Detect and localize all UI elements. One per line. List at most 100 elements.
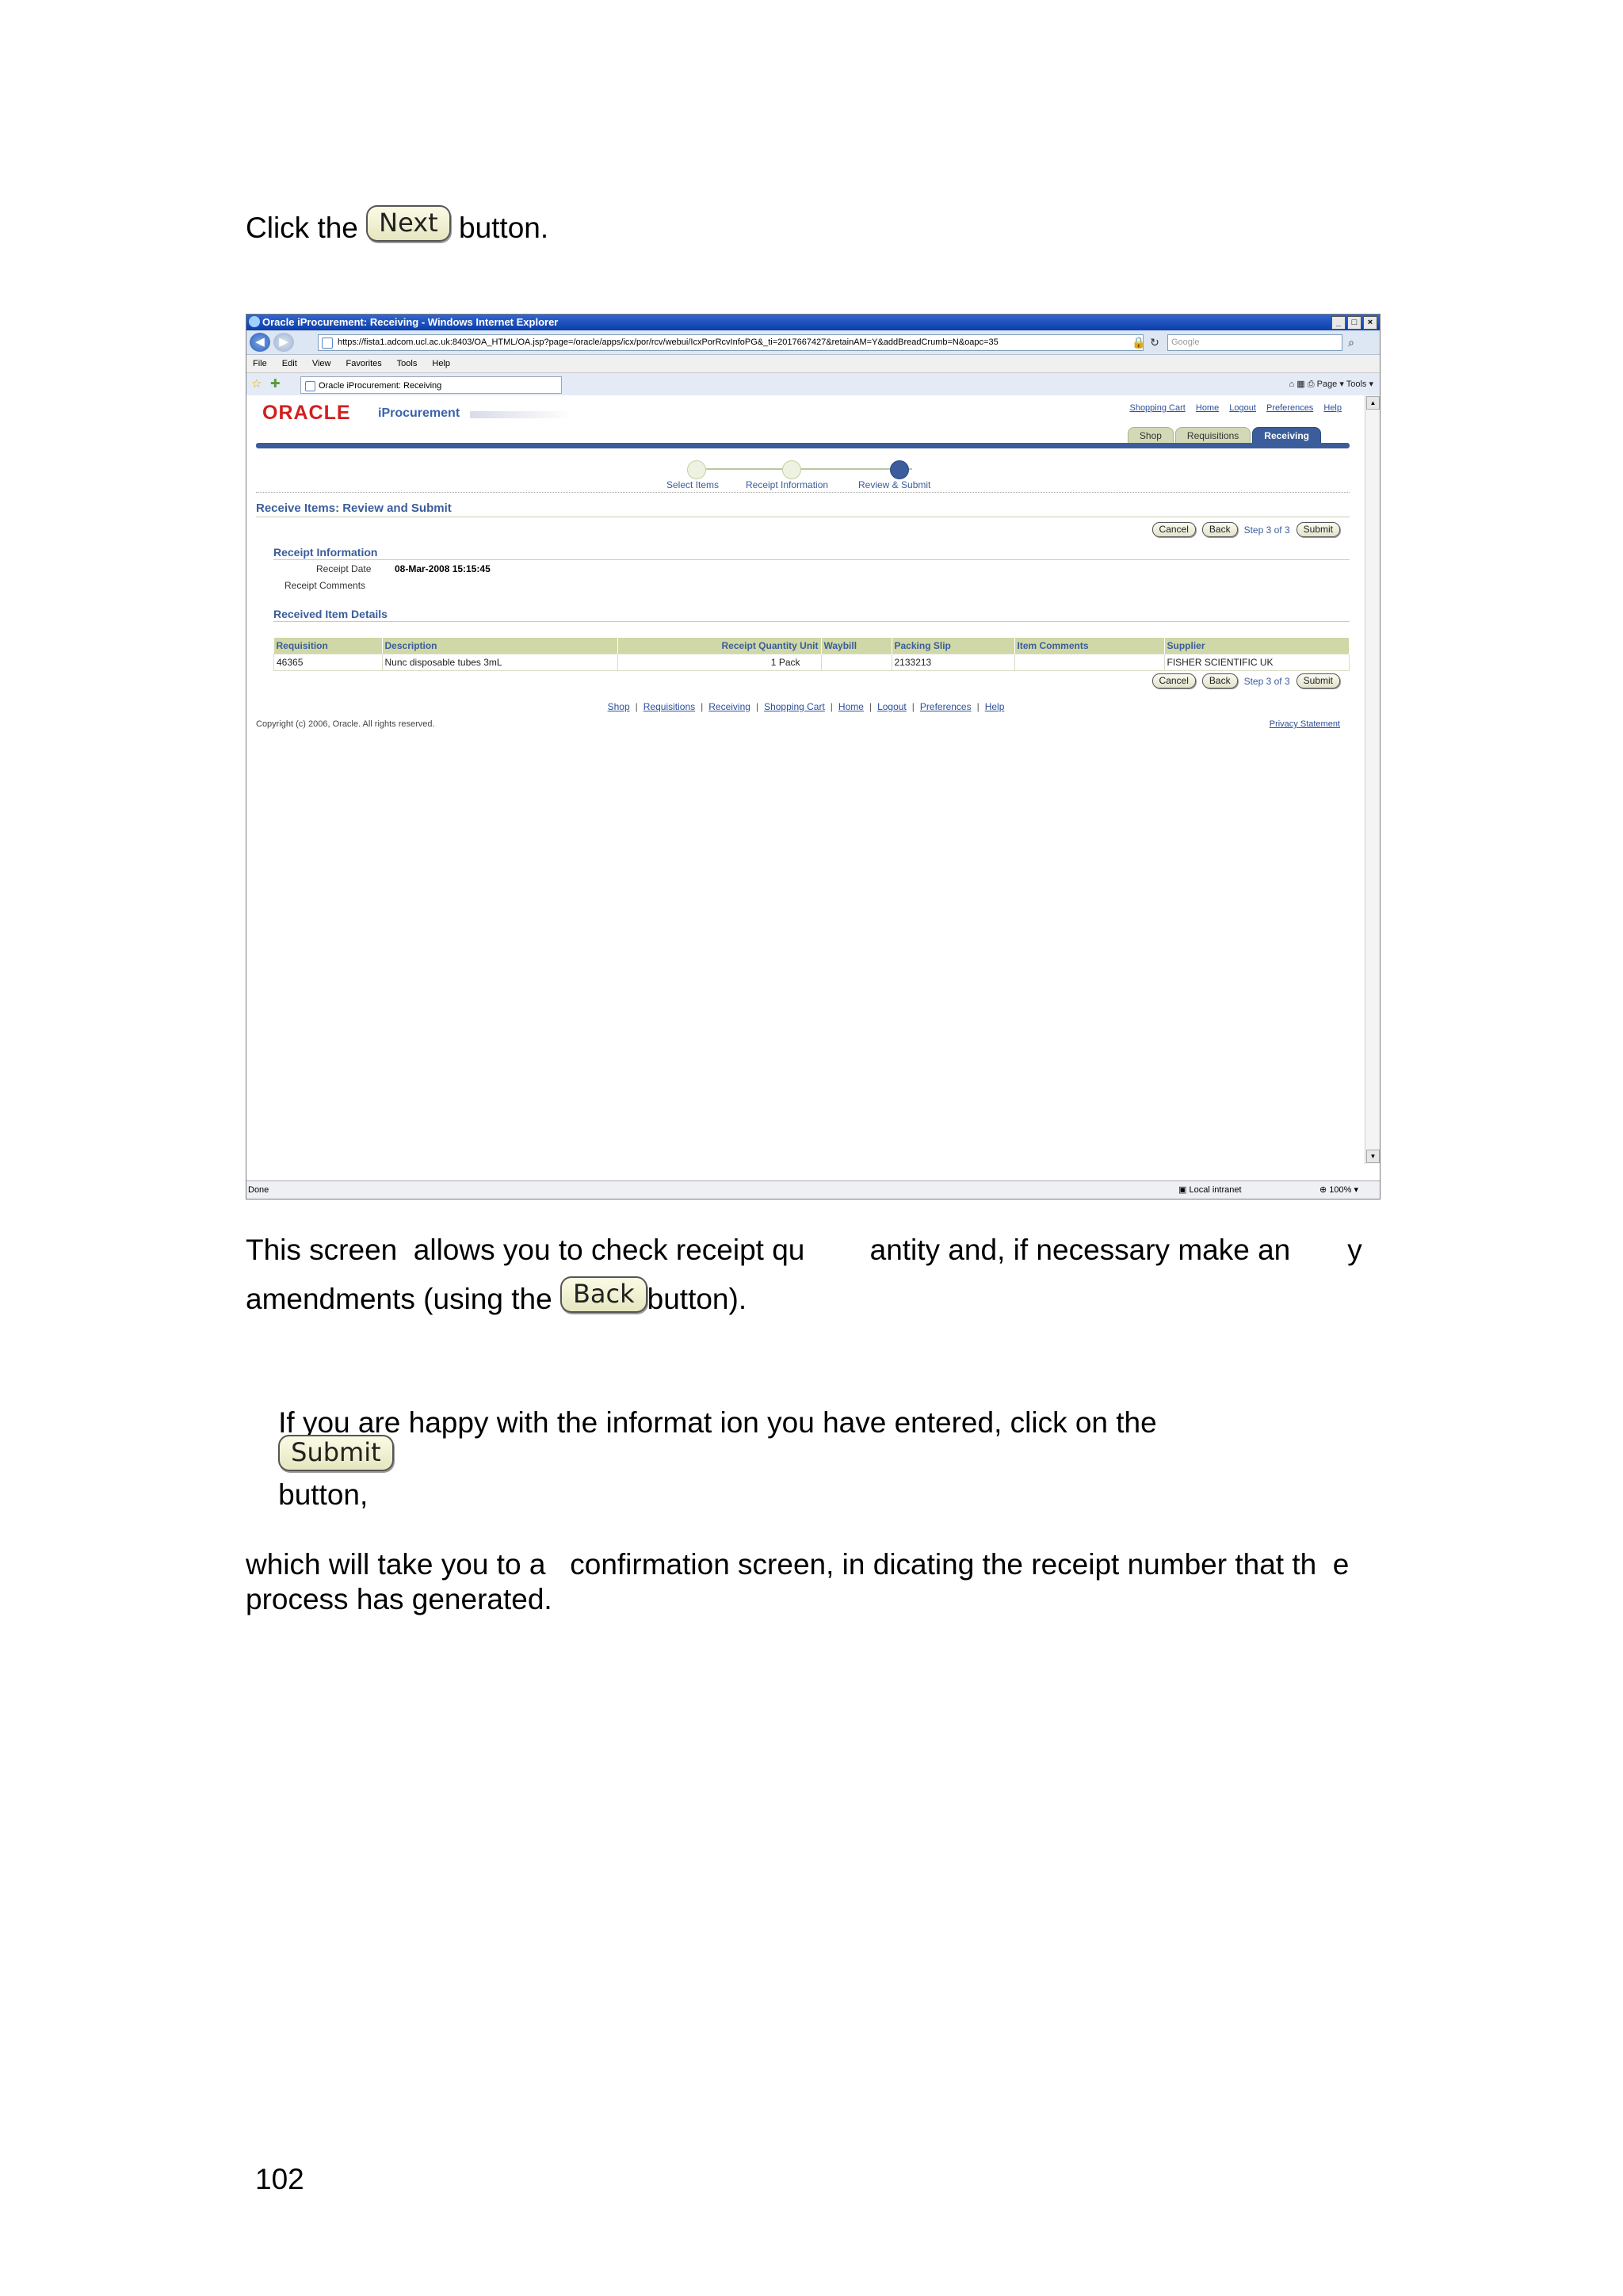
zone-label: Local intranet (1189, 1185, 1242, 1195)
received-items-table: Requisition Description Receipt Quantity… (273, 638, 1350, 671)
link-home[interactable]: Home (1196, 403, 1219, 413)
zoom-label: 100% (1329, 1185, 1352, 1195)
col-receipt-quantity-unit: Receipt Quantity Unit (617, 638, 822, 654)
cell-waybill (820, 654, 892, 671)
cell-item-comments (1014, 654, 1165, 671)
menu-file[interactable]: File (253, 359, 267, 368)
vertical-scrollbar[interactable]: ▲ ▼ (1365, 395, 1380, 1164)
train-divider (256, 492, 1350, 493)
submit-button[interactable]: Submit (1296, 522, 1340, 537)
menu-help[interactable]: Help (432, 359, 450, 368)
paragraph-2-line-1: If you are happy with the informat ion y… (246, 1371, 1379, 1547)
search-icon[interactable]: ⌕ (1343, 335, 1359, 349)
footer-link-receiving[interactable]: Receiving (708, 701, 750, 712)
stop-icon[interactable] (1148, 335, 1164, 349)
items-heading: Received Item Details (273, 608, 388, 620)
receipt-date-label: Receipt Date (316, 563, 372, 574)
copyright: Copyright (c) 2006, Oracle. All rights r… (256, 719, 435, 729)
col-requisition: Requisition (273, 638, 383, 654)
header-rule (256, 443, 1350, 448)
maximize-icon[interactable]: □ (1347, 316, 1361, 330)
back-button[interactable]: Back (1201, 522, 1238, 537)
footer-link-preferences[interactable]: Preferences (920, 701, 972, 712)
paragraph-2: If you are happy with the informat ion y… (246, 1371, 1379, 1617)
zone-indicator: ▣ Local intranet (1178, 1181, 1242, 1199)
print-icon[interactable]: ⎙ (1308, 379, 1315, 389)
privacy-statement-link[interactable]: Privacy Statement (1270, 719, 1340, 729)
menu-tools[interactable]: Tools (397, 359, 418, 368)
menu-favorites[interactable]: Favorites (346, 359, 382, 368)
back-button[interactable]: Back (1201, 673, 1238, 688)
col-waybill: Waybill (821, 638, 892, 654)
browser-title: Oracle iProcurement: Receiving - Windows… (262, 316, 559, 328)
address-bar[interactable]: https://fista1.adcom.ucl.ac.uk:8403/OA_H… (318, 334, 1144, 351)
scroll-down-icon[interactable]: ▼ (1366, 1150, 1380, 1163)
items-rule (273, 621, 1350, 622)
cancel-button[interactable]: Cancel (1151, 522, 1196, 537)
cell-requisition: 46365 (273, 654, 383, 671)
menu-edit[interactable]: Edit (282, 359, 297, 368)
page-icon (305, 381, 315, 391)
browser-tab[interactable]: Oracle iProcurement: Receiving (300, 376, 562, 394)
footer-link-home[interactable]: Home (838, 701, 864, 712)
cell-quantity-unit: 1 Pack (617, 654, 822, 671)
link-logout[interactable]: Logout (1229, 403, 1256, 413)
status-bar: Done ▣ Local intranet ⊕ 100% ▾ (246, 1180, 1380, 1199)
footer-links: Shop | Requisitions | Receiving | Shopping Car… (607, 701, 1005, 712)
para1-prefix: amendments (using the (246, 1283, 552, 1315)
product-bar (470, 411, 573, 418)
lock-icon[interactable]: 🔒 (1131, 335, 1147, 349)
back-arrow-icon[interactable]: ◀ (250, 333, 270, 352)
para1-suffix: button). (647, 1283, 747, 1315)
ie-icon (249, 316, 260, 327)
link-shopping-cart[interactable]: Shopping Cart (1129, 403, 1185, 413)
minimize-icon[interactable]: _ (1331, 316, 1346, 330)
footer-link-logout[interactable]: Logout (877, 701, 907, 712)
browser-title-bar: Oracle iProcurement: Receiving - Windows… (246, 315, 1380, 330)
footer-link-shopping-cart[interactable]: Shopping Cart (764, 701, 825, 712)
step-indicator: Step 3 of 3 (1243, 675, 1290, 687)
step-indicator: Step 3 of 3 (1243, 524, 1290, 536)
search-input[interactable]: Google (1167, 334, 1342, 351)
receipt-info-rule (273, 559, 1350, 560)
tab-receiving[interactable]: Receiving (1252, 427, 1321, 444)
menu-view[interactable]: View (312, 359, 331, 368)
footer-link-shop[interactable]: Shop (608, 701, 630, 712)
footer-link-help[interactable]: Help (985, 701, 1005, 712)
window-controls: _ □ × (1331, 316, 1377, 330)
browser-screenshot: Oracle iProcurement: Receiving - Windows… (246, 314, 1381, 1199)
forward-arrow-icon[interactable]: ▶ (273, 333, 294, 352)
col-description: Description (382, 638, 618, 654)
train-step-2-icon (782, 460, 801, 479)
instruction-suffix: button. (459, 212, 549, 244)
tab-shop[interactable]: Shop (1127, 427, 1174, 444)
col-item-comments: Item Comments (1014, 638, 1165, 654)
scroll-up-icon[interactable]: ▲ (1366, 396, 1380, 410)
footer-link-requisitions[interactable]: Requisitions (643, 701, 695, 712)
command-labels[interactable]: Page ▾ Tools ▾ (1317, 379, 1373, 389)
global-links: Shopping Cart Home Logout Preferences He… (1121, 403, 1342, 413)
command-bar[interactable]: ⌂ ▦ ⎙ Page ▾ Tools ▾ (1289, 377, 1373, 391)
col-packing-slip: Packing Slip (892, 638, 1015, 654)
oracle-page: ORACLE iProcurement Shopping Cart Home L… (246, 395, 1365, 1164)
link-preferences[interactable]: Preferences (1266, 403, 1313, 413)
favorites-star-icon[interactable]: ☆ (251, 376, 262, 392)
link-help[interactable]: Help (1323, 403, 1342, 413)
home-icon[interactable]: ⌂ (1289, 379, 1295, 389)
zoom-icon: ⊕ (1319, 1185, 1327, 1195)
instruction-step: Click the Next button. (246, 205, 549, 248)
page-number: 102 (255, 2163, 304, 2195)
address-url: https://fista1.adcom.ucl.ac.uk:8403/OA_H… (338, 338, 999, 347)
add-favorite-icon[interactable]: ✚ (270, 376, 281, 392)
cancel-button[interactable]: Cancel (1151, 673, 1196, 688)
close-icon[interactable]: × (1363, 316, 1377, 330)
train-line (698, 468, 912, 470)
submit-button[interactable]: Submit (1296, 673, 1340, 688)
browser-tab-label: Oracle iProcurement: Receiving (319, 381, 442, 391)
zoom-control[interactable]: ⊕ 100% ▾ (1319, 1181, 1358, 1199)
back-button-image: Back (559, 1276, 647, 1314)
train-step-3-icon (890, 460, 909, 479)
feeds-icon[interactable]: ▦ (1296, 379, 1304, 389)
tab-requisitions[interactable]: Requisitions (1174, 427, 1251, 444)
train-label-review-submit: Review & Submit (858, 479, 931, 490)
